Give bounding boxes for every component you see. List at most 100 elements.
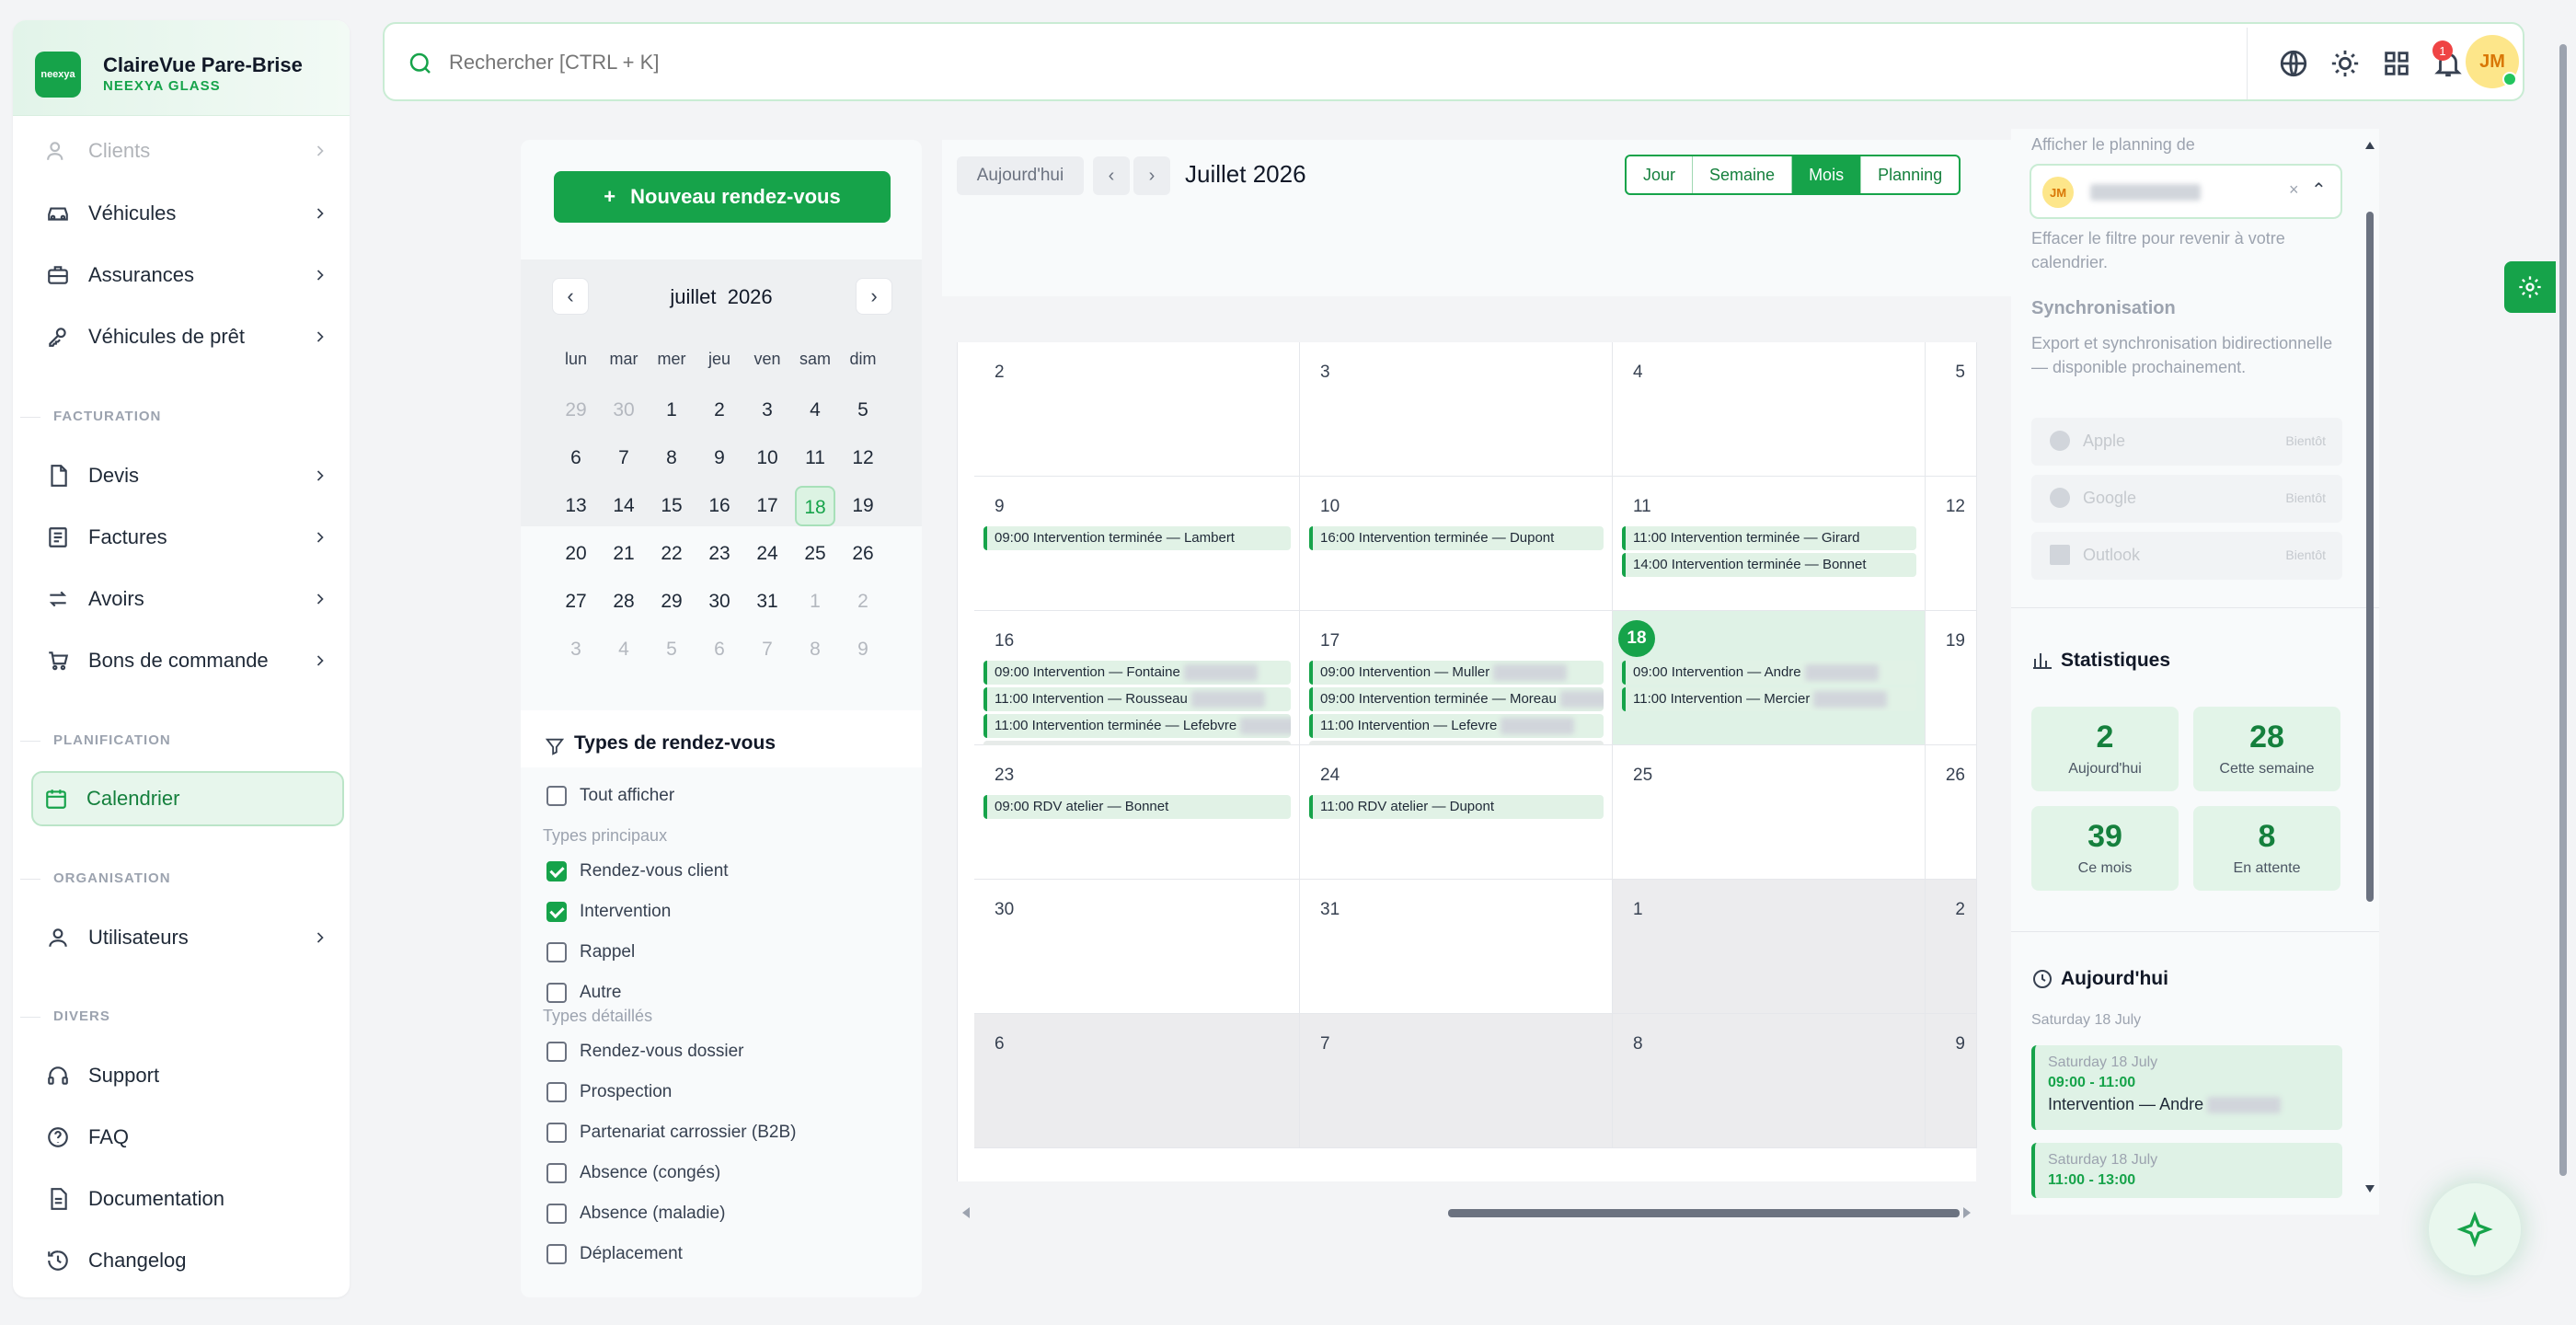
mini-day[interactable]: 5 (843, 390, 883, 431)
day-cell[interactable]: 18 09:00 Intervention — Andre 11:00 Interv… (1613, 611, 1926, 745)
view-mois-button[interactable]: Mois (1792, 156, 1862, 193)
sidebar-item-clients[interactable]: Clients (46, 125, 340, 177)
mini-day[interactable]: 19 (843, 486, 883, 526)
type-checkbox[interactable] (546, 1123, 567, 1143)
mini-day[interactable]: 28 (604, 582, 644, 622)
settings-side-button[interactable] (2504, 261, 2556, 313)
mini-day[interactable]: 30 (604, 390, 644, 431)
day-cell[interactable]: 30 (974, 880, 1300, 1014)
sun-icon[interactable] (2329, 48, 2361, 79)
horizontal-scrollbar[interactable] (957, 1204, 1976, 1222)
prev-month-button[interactable]: ‹ (1093, 156, 1130, 195)
day-cell[interactable]: 31 (1300, 880, 1613, 1014)
event-chip[interactable]: 11:00 RDV atelier — Dupont (1309, 795, 1604, 819)
mini-day[interactable]: 27 (556, 582, 596, 622)
sidebar-item-documentation[interactable]: Documentation (46, 1173, 340, 1225)
mini-day[interactable]: 1 (651, 390, 692, 431)
today-button[interactable]: Aujourd'hui (957, 156, 1084, 195)
day-cell[interactable]: 6 (974, 1014, 1300, 1148)
day-cell[interactable]: 17 09:00 Intervention — Muller 09:00 Inter… (1300, 611, 1613, 765)
mini-day[interactable]: 9 (699, 438, 740, 478)
mini-day[interactable]: 14 (604, 486, 644, 526)
day-cell[interactable]: 7 (1300, 1014, 1613, 1148)
type-checkbox[interactable] (546, 1163, 567, 1183)
mini-day[interactable]: 7 (747, 629, 788, 670)
mini-day[interactable]: 25 (795, 534, 835, 574)
type-checkbox[interactable] (546, 942, 567, 962)
event-chip[interactable]: 11:00 Intervention terminée — Girard (1622, 526, 1916, 550)
event-chip[interactable]: 16:00 Intervention terminée — Dupont (1309, 526, 1604, 550)
next-month-button[interactable]: › (1133, 156, 1170, 195)
mini-day[interactable]: 15 (651, 486, 692, 526)
mini-day[interactable]: 13 (556, 486, 596, 526)
event-chip[interactable]: 11:00 Intervention — Lefevre (1309, 714, 1604, 738)
day-cell[interactable]: 19 (1926, 611, 1977, 745)
day-cell[interactable]: 9 09:00 Intervention terminée — Lambert (974, 477, 1300, 611)
mini-day[interactable]: 1 (795, 582, 835, 622)
day-cell[interactable]: 3 (1300, 342, 1613, 477)
sidebar-item-vehicules[interactable]: Véhicules (46, 188, 340, 239)
mini-day[interactable]: 6 (699, 629, 740, 670)
mini-day[interactable]: 7 (604, 438, 644, 478)
type-checkbox[interactable] (546, 1244, 567, 1264)
mini-day[interactable]: 8 (795, 629, 835, 670)
globe-icon[interactable] (2278, 48, 2309, 79)
mini-day[interactable]: 12 (843, 438, 883, 478)
mini-day[interactable]: 8 (651, 438, 692, 478)
type-checkbox[interactable] (546, 1204, 567, 1224)
search-input[interactable] (449, 42, 1277, 83)
mini-day[interactable]: 11 (795, 438, 835, 478)
day-cell[interactable]: 1 (1613, 880, 1926, 1014)
type-checkbox[interactable] (546, 861, 567, 881)
mini-day[interactable]: 23 (699, 534, 740, 574)
today-appointment-card[interactable]: Saturday 18 July 11:00 - 13:00 (2031, 1143, 2342, 1198)
event-chip[interactable]: 09:00 RDV atelier — Bonnet (983, 795, 1291, 819)
event-chip[interactable]: 09:00 Intervention — Andre (1622, 661, 1916, 685)
view-jour-button[interactable]: Jour (1627, 156, 1694, 193)
event-chip[interactable]: 11:00 Intervention — Rousseau (983, 687, 1291, 711)
planning-user-select[interactable]: JM × ⌃ (2030, 164, 2342, 219)
sidebar-item-avoirs[interactable]: Avoirs (46, 573, 340, 625)
view-planning-button[interactable]: Planning (1861, 156, 1959, 193)
mini-day[interactable]: 22 (651, 534, 692, 574)
sidebar-item-calendrier[interactable]: Calendrier (31, 771, 344, 826)
clear-icon[interactable]: × (2289, 180, 2299, 200)
day-cell[interactable]: 25 (1613, 745, 1926, 880)
sidebar-item-factures[interactable]: Factures (46, 512, 340, 563)
event-chip[interactable]: 11:00 Intervention terminée — Lefebvre (983, 714, 1291, 738)
ai-assistant-button[interactable] (2429, 1183, 2521, 1275)
event-chip[interactable]: 09:00 Intervention terminée — Lambert (983, 526, 1291, 550)
event-chip[interactable]: 09:00 Intervention terminée — Moreau (1309, 687, 1604, 711)
sidebar-item-assurances[interactable]: Assurances (46, 249, 340, 301)
mini-day[interactable]: 4 (604, 629, 644, 670)
day-cell[interactable]: 5 (1926, 342, 1977, 477)
sidebar-item-support[interactable]: Support (46, 1050, 340, 1101)
sidebar-item-vehicules-pret[interactable]: Véhicules de prêt (46, 311, 340, 363)
sidebar-item-devis[interactable]: Devis (46, 450, 340, 501)
event-chip[interactable]: 14:00 Intervention terminée — Bonnet (1622, 553, 1916, 577)
chevron-up-icon[interactable]: ⌃ (2311, 179, 2327, 202)
mini-day[interactable]: 26 (843, 534, 883, 574)
event-chip[interactable]: 09:00 Intervention — Muller (1309, 661, 1604, 685)
day-cell[interactable]: 16 09:00 Intervention — Fontaine 11:00 Int… (974, 611, 1300, 765)
type-checkbox[interactable] (546, 983, 567, 1003)
sidebar-item-changelog[interactable]: Changelog (46, 1235, 340, 1286)
mini-day[interactable]: 21 (604, 534, 644, 574)
brand-header[interactable]: neexya ClaireVue Pare-Brise NEEXYA GLASS (13, 20, 350, 116)
sidebar-item-utilisateurs[interactable]: Utilisateurs (46, 912, 340, 963)
mini-day[interactable]: 29 (556, 390, 596, 431)
sidebar-item-faq[interactable]: FAQ (46, 1112, 340, 1163)
mini-day[interactable]: 20 (556, 534, 596, 574)
mini-day[interactable]: 5 (651, 629, 692, 670)
mini-day[interactable]: 2 (699, 390, 740, 431)
mini-day[interactable]: 6 (556, 438, 596, 478)
mini-day[interactable]: 17 (747, 486, 788, 526)
view-semaine-button[interactable]: Semaine (1693, 156, 1793, 193)
mini-day[interactable]: 2 (843, 582, 883, 622)
mini-day[interactable]: 24 (747, 534, 788, 574)
mini-day[interactable]: 29 (651, 582, 692, 622)
day-cell[interactable]: 4 (1613, 342, 1926, 477)
event-chip[interactable]: 11:00 Intervention — Mercier (1622, 687, 1916, 711)
type-checkbox[interactable] (546, 1042, 567, 1062)
mini-day[interactable]: 31 (747, 582, 788, 622)
